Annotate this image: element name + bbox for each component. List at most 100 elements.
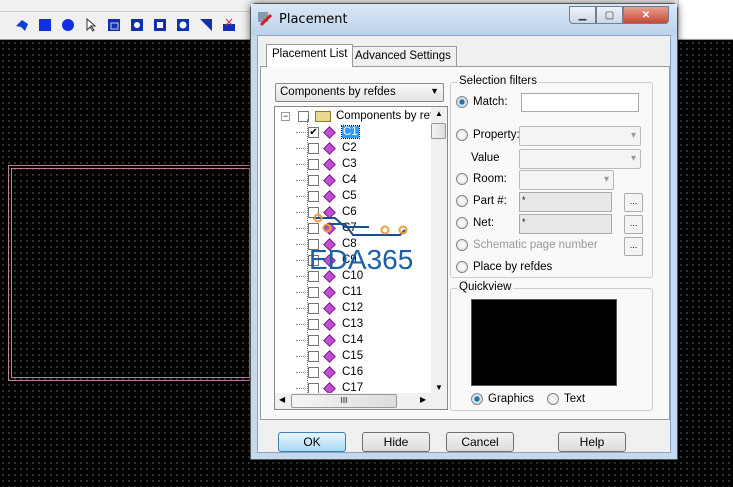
quickview-group: Quickview Graphics Text bbox=[450, 281, 653, 411]
rotate-shape-icon[interactable] bbox=[129, 17, 144, 32]
tree-item[interactable]: C2 bbox=[296, 140, 357, 156]
board-outline bbox=[8, 165, 253, 381]
cancel-button[interactable]: Cancel bbox=[446, 432, 514, 452]
property-combo[interactable] bbox=[519, 126, 641, 146]
item-checkbox[interactable] bbox=[308, 190, 319, 202]
item-label: C2 bbox=[342, 142, 357, 154]
item-checkbox[interactable] bbox=[308, 158, 319, 170]
ok-button[interactable]: OK bbox=[278, 432, 346, 452]
match-input[interactable] bbox=[521, 93, 639, 112]
property-radio[interactable]: Property: bbox=[456, 129, 520, 141]
item-label: C15 bbox=[342, 350, 364, 362]
item-checkbox[interactable]: ✔ bbox=[308, 126, 319, 138]
component-icon bbox=[323, 157, 336, 171]
item-checkbox[interactable] bbox=[308, 302, 319, 314]
dialog-title: Placement bbox=[279, 12, 348, 27]
part-radio[interactable]: Part #: bbox=[456, 195, 507, 207]
component-icon bbox=[323, 301, 336, 315]
component-icon bbox=[323, 349, 336, 363]
component-icon bbox=[323, 365, 336, 379]
item-checkbox[interactable] bbox=[308, 318, 319, 330]
tree-item[interactable]: C12 bbox=[296, 300, 364, 316]
component-icon bbox=[323, 141, 336, 155]
tree-item[interactable]: C13 bbox=[296, 316, 364, 332]
room-combo[interactable] bbox=[519, 170, 614, 190]
item-checkbox[interactable] bbox=[308, 382, 319, 394]
item-checkbox[interactable] bbox=[308, 366, 319, 378]
right-toolbar bbox=[678, 0, 733, 38]
component-icon bbox=[323, 125, 336, 139]
net-input[interactable]: * bbox=[519, 214, 612, 234]
tree-item[interactable]: C5 bbox=[296, 188, 357, 204]
place-by-refdes-radio[interactable]: Place by refdes bbox=[456, 261, 552, 273]
horizontal-scroll-thumb[interactable]: III bbox=[291, 394, 397, 408]
void-rect-icon[interactable] bbox=[152, 17, 167, 32]
shape-circle-icon[interactable] bbox=[60, 17, 75, 32]
item-checkbox[interactable] bbox=[308, 350, 319, 362]
scroll-up-icon[interactable]: ▲ bbox=[435, 109, 443, 118]
placement-app-icon bbox=[258, 12, 273, 27]
tree-item[interactable]: ✔ C1 bbox=[296, 124, 360, 140]
shape-polygon-icon[interactable] bbox=[14, 17, 29, 32]
minimize-button[interactable]: ▁ bbox=[569, 6, 596, 24]
tree-item[interactable]: C3 bbox=[296, 156, 357, 172]
scroll-down-icon[interactable]: ▼ bbox=[435, 383, 443, 392]
svg-text:EDA365: EDA365 bbox=[309, 244, 413, 275]
net-browse-button[interactable]: ... bbox=[624, 215, 643, 234]
vertical-scrollbar[interactable]: ▲ ▼ bbox=[431, 107, 447, 394]
horizontal-scrollbar[interactable]: ◀ III ▶ bbox=[275, 393, 447, 409]
item-label: C16 bbox=[342, 366, 364, 378]
schematic-browse-button: ... bbox=[624, 237, 643, 256]
tree-item[interactable]: C15 bbox=[296, 348, 364, 364]
tree-item[interactable]: C11 bbox=[296, 284, 362, 300]
close-button[interactable]: ✕ bbox=[623, 6, 669, 24]
eda365-watermark-logo: EDA365 bbox=[309, 213, 413, 275]
tab-placement-list[interactable]: Placement List bbox=[266, 44, 354, 67]
component-icon bbox=[323, 285, 336, 299]
text-radio[interactable]: Text bbox=[547, 393, 585, 405]
vertical-scroll-thumb[interactable] bbox=[431, 123, 446, 139]
shape-rect-icon[interactable] bbox=[37, 17, 52, 32]
title-bar[interactable]: Placement ▁ ▢ ✕ bbox=[251, 4, 677, 35]
value-combo[interactable] bbox=[519, 149, 641, 169]
item-label: C5 bbox=[342, 190, 357, 202]
component-icon bbox=[323, 333, 336, 347]
room-radio[interactable]: Room: bbox=[456, 173, 507, 185]
net-radio[interactable]: Net: bbox=[456, 217, 494, 229]
list-mode-value: Components by refdes bbox=[280, 86, 396, 98]
part-browse-button[interactable]: ... bbox=[624, 193, 643, 212]
item-checkbox[interactable] bbox=[308, 142, 319, 154]
tree-item[interactable]: C4 bbox=[296, 172, 357, 188]
component-icon bbox=[323, 173, 336, 187]
item-checkbox[interactable] bbox=[308, 334, 319, 346]
selection-filters-group: Selection filters Match: Property: Value… bbox=[450, 75, 653, 278]
item-checkbox[interactable] bbox=[308, 286, 319, 298]
match-radio[interactable]: Match: bbox=[456, 96, 508, 108]
item-label: C12 bbox=[342, 302, 364, 314]
list-mode-dropdown[interactable]: Components by refdes ▼ bbox=[275, 83, 444, 102]
help-button[interactable]: Help bbox=[558, 432, 626, 452]
select-pointer-icon[interactable] bbox=[83, 17, 98, 32]
item-label: C3 bbox=[342, 158, 357, 170]
graphics-radio[interactable]: Graphics bbox=[471, 393, 534, 405]
collapse-icon[interactable]: − bbox=[281, 111, 290, 121]
tree-item[interactable]: C14 bbox=[296, 332, 363, 348]
tree-item[interactable]: C16 bbox=[296, 364, 364, 380]
void-circle-icon[interactable] bbox=[175, 17, 190, 32]
tab-advanced-settings[interactable]: Advanced Settings bbox=[349, 46, 457, 66]
item-checkbox[interactable] bbox=[308, 174, 319, 186]
scroll-right-icon[interactable]: ▶ bbox=[420, 395, 426, 404]
merge-shapes-icon[interactable] bbox=[106, 17, 121, 32]
quickview-label: Quickview bbox=[457, 281, 514, 293]
hide-button[interactable]: Hide bbox=[362, 432, 430, 452]
component-icon bbox=[323, 317, 336, 331]
maximize-button[interactable]: ▢ bbox=[596, 6, 623, 24]
part-input[interactable]: * bbox=[519, 192, 612, 212]
delete-void-icon[interactable] bbox=[221, 17, 236, 32]
item-label: C13 bbox=[342, 318, 364, 330]
scroll-left-icon[interactable]: ◀ bbox=[279, 395, 285, 404]
chamfer-icon[interactable] bbox=[198, 17, 213, 32]
chevron-down-icon: ▼ bbox=[430, 86, 439, 96]
schematic-page-radio: Schematic page number bbox=[456, 239, 598, 251]
selection-filters-label: Selection filters bbox=[457, 75, 539, 87]
